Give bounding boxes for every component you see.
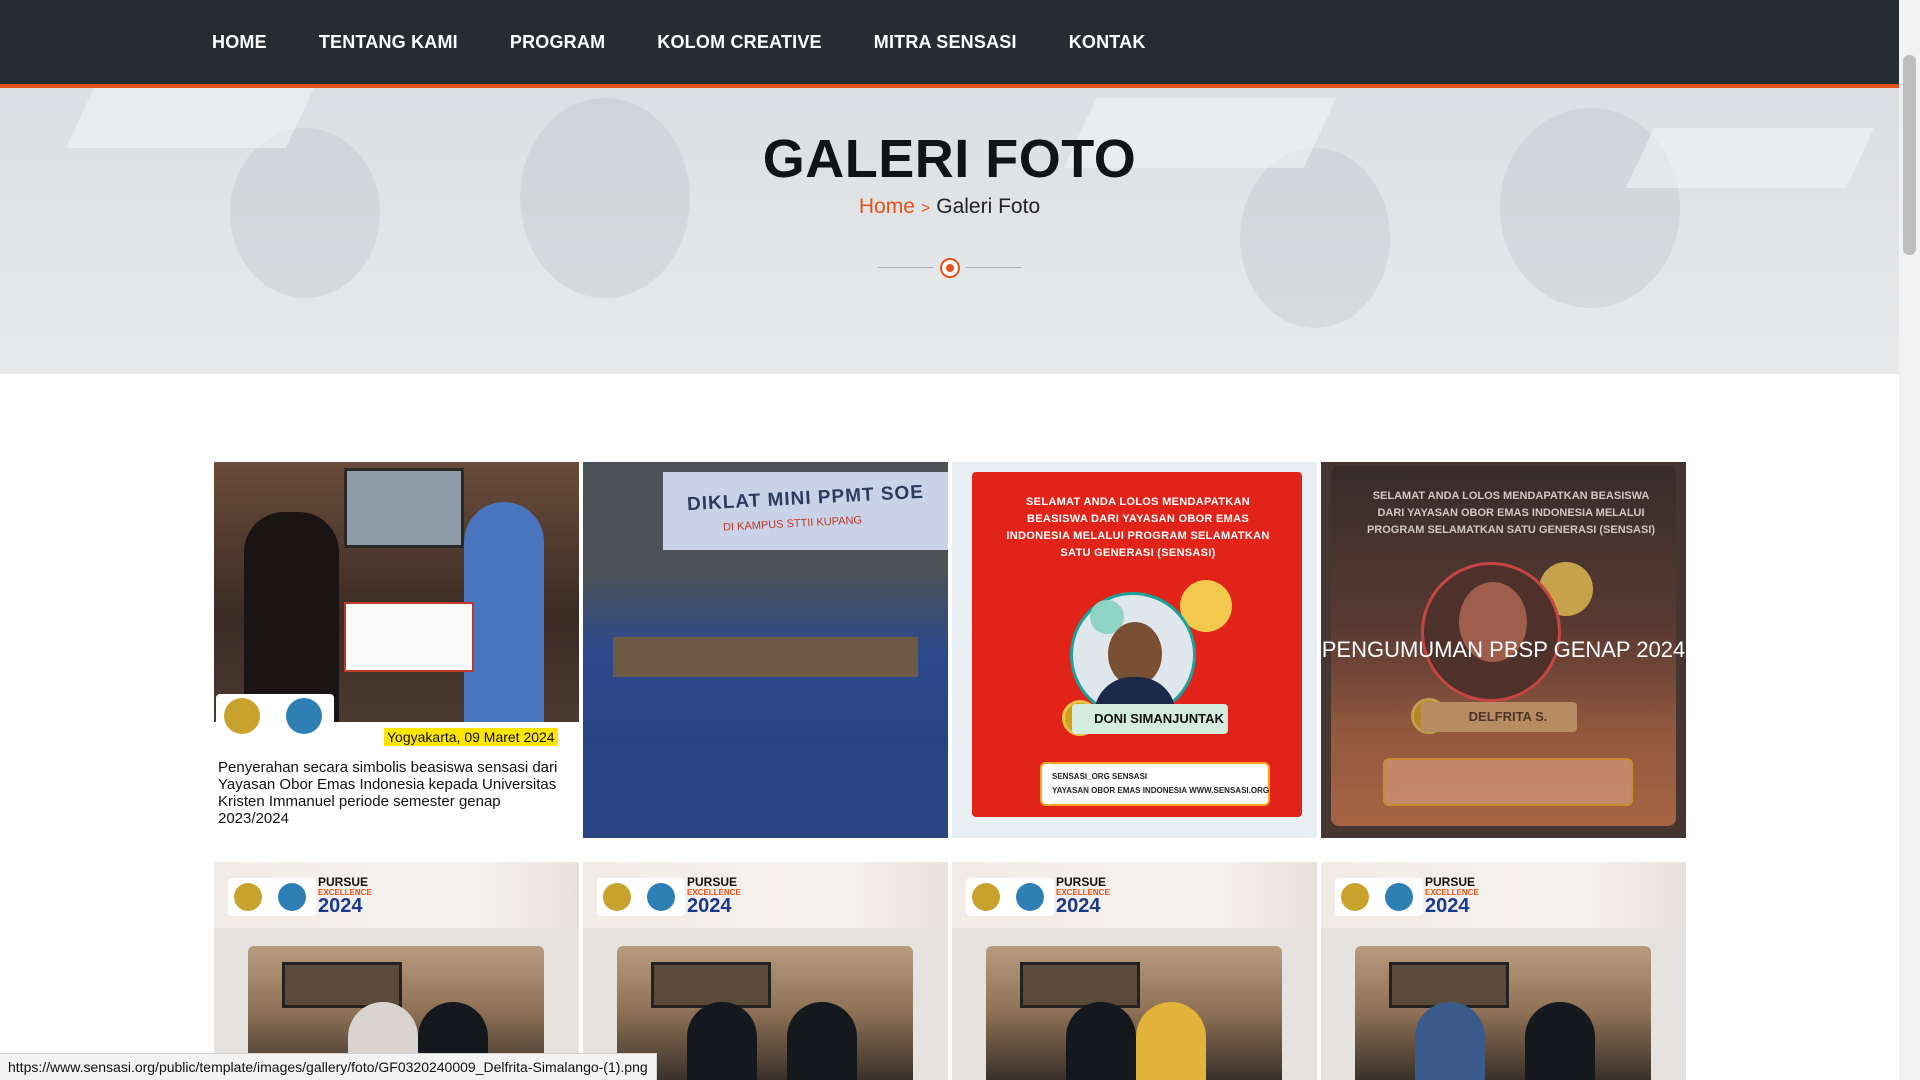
breadcrumb-current: Galeri Foto [936,195,1041,218]
nav-item-tentang-kami[interactable]: TENTANG KAMI [319,32,458,53]
nav-menu: HOME TENTANG KAMI PROGRAM KOLOM CREATIVE… [212,0,1198,84]
partner-logos [597,878,685,916]
page-header-hero: GALERI FOTO Home > Galeri Foto [0,88,1899,374]
foundation-logo-icon [1341,883,1369,911]
title-divider [878,256,1022,280]
person-figure [1136,1002,1206,1080]
event-banner: DIKLAT MINI PPMT SOE DI KAMPUS STTII KUP… [663,472,948,550]
university-logo-icon [1016,883,1044,911]
nav-item-kontak[interactable]: KONTAK [1069,32,1146,53]
gallery-item[interactable]: PURSUE EXCELLENCE 2024 [1321,862,1686,1080]
person-figure [464,502,544,722]
top-navbar: HOME TENTANG KAMI PROGRAM KOLOM CREATIVE… [0,0,1899,88]
link-status-bar: https://www.sensasi.org/public/template/… [0,1053,657,1080]
social-line: YAYASAN OBOR EMAS INDONESIA WWW.SENSASI.… [1052,786,1270,795]
page-title: GALERI FOTO [762,129,1137,189]
social-handles: SENSASI_ORG SENSASI YAYASAN OBOR EMAS IN… [1052,770,1269,798]
pursue-label: PURSUE [1425,875,1476,889]
person-figure [687,1002,757,1080]
hover-title: PENGUMUMAN PBSP GENAP 2024 [1321,637,1686,662]
photo-date: Yogyakarta, 09 Maret 2024 [384,728,558,746]
gallery-item[interactable]: PURSUE EXCELLENCE 2024 [214,862,579,1080]
foundation-logo-icon [224,698,260,734]
nav-item-kolom-creative[interactable]: KOLOM CREATIVE [657,32,821,53]
foundation-logo-icon [972,883,1000,911]
pursue-label: PURSUE [318,875,369,889]
year-label: 2024 [687,895,732,917]
recipient-name: DONI SIMANJUNTAK [1072,704,1228,734]
foundation-logo-icon [234,883,262,911]
partner-logos [966,878,1054,916]
year-label: 2024 [1425,895,1470,917]
screen-image [344,468,464,548]
gallery-item-hovered[interactable]: SELAMAT ANDA LOLOS MENDAPATKAN BEASISWA … [1321,462,1686,838]
gallery-photo [617,946,913,1080]
gallery-item[interactable]: SELAMAT ANDA LOLOS MENDAPATKAN BEASISWA … [952,462,1317,838]
gallery-photo [986,946,1282,1080]
university-logo-icon [647,883,675,911]
foundation-logo-icon [603,883,631,911]
announcement-card: SELAMAT ANDA LOLOS MENDAPATKAN BEASISWA … [972,472,1302,817]
gallery-item[interactable]: Yogyakarta, 09 Maret 2024 Penyerahan sec… [214,462,579,838]
banner-title: DIKLAT MINI PPMT SOE [686,481,925,516]
person-figure [244,512,339,722]
breadcrumb: Home > Galeri Foto [0,195,1899,219]
nav-item-mitra-sensasi[interactable]: MITRA SENSASI [874,32,1017,53]
banner-subtitle: DI KAMPUS STTII KUPANG [722,514,863,534]
divider-line [966,267,1022,268]
gallery-item[interactable]: DIKLAT MINI PPMT SOE DI KAMPUS STTII KUP… [583,462,948,838]
nav-item-home[interactable]: HOME [212,32,267,53]
scrollbar-thumb[interactable] [1903,55,1916,255]
cheque-banner [344,602,474,672]
wall-frame [1020,962,1140,1008]
pursue-label: PURSUE [1056,875,1107,889]
partner-logos [228,878,316,916]
page-scrollbar[interactable] [1899,0,1920,1080]
university-logo-icon [278,883,306,911]
university-logo-icon [286,698,322,734]
photo-caption: Penyerahan secara simbolis beasiswa sens… [218,759,558,827]
chevron-right-icon: > [920,200,931,217]
year-label: 2024 [318,895,363,917]
gallery-item[interactable]: PURSUE EXCELLENCE 2024 [583,862,948,1080]
year-label: 2024 [1056,895,1101,917]
nav-item-program[interactable]: PROGRAM [510,32,605,53]
announcement-headline: SELAMAT ANDA LOLOS MENDAPATKAN BEASISWA … [1006,496,1270,559]
pursue-label: PURSUE [687,875,738,889]
breadcrumb-home-link[interactable]: Home [859,195,915,218]
gallery-photo [1355,946,1651,1080]
seated-people [583,748,948,838]
gallery-photo [214,462,579,722]
gallery-item[interactable]: PURSUE EXCELLENCE 2024 [952,862,1317,1080]
product-table [613,637,918,677]
divider-line [878,267,934,268]
person-figure [787,1002,857,1080]
university-logo-icon [1385,883,1413,911]
person-figure [1066,1002,1136,1080]
person-figure [1525,1002,1595,1080]
wall-frame [651,962,771,1008]
person-figure [1415,1002,1485,1080]
social-line: SENSASI_ORG SENSASI [1052,772,1148,781]
social-links-box: SENSASI_ORG SENSASI YAYASAN OBOR EMAS IN… [1040,762,1270,806]
partner-logos [1335,878,1423,916]
target-dot-icon [940,258,960,278]
partner-logos [216,694,334,740]
